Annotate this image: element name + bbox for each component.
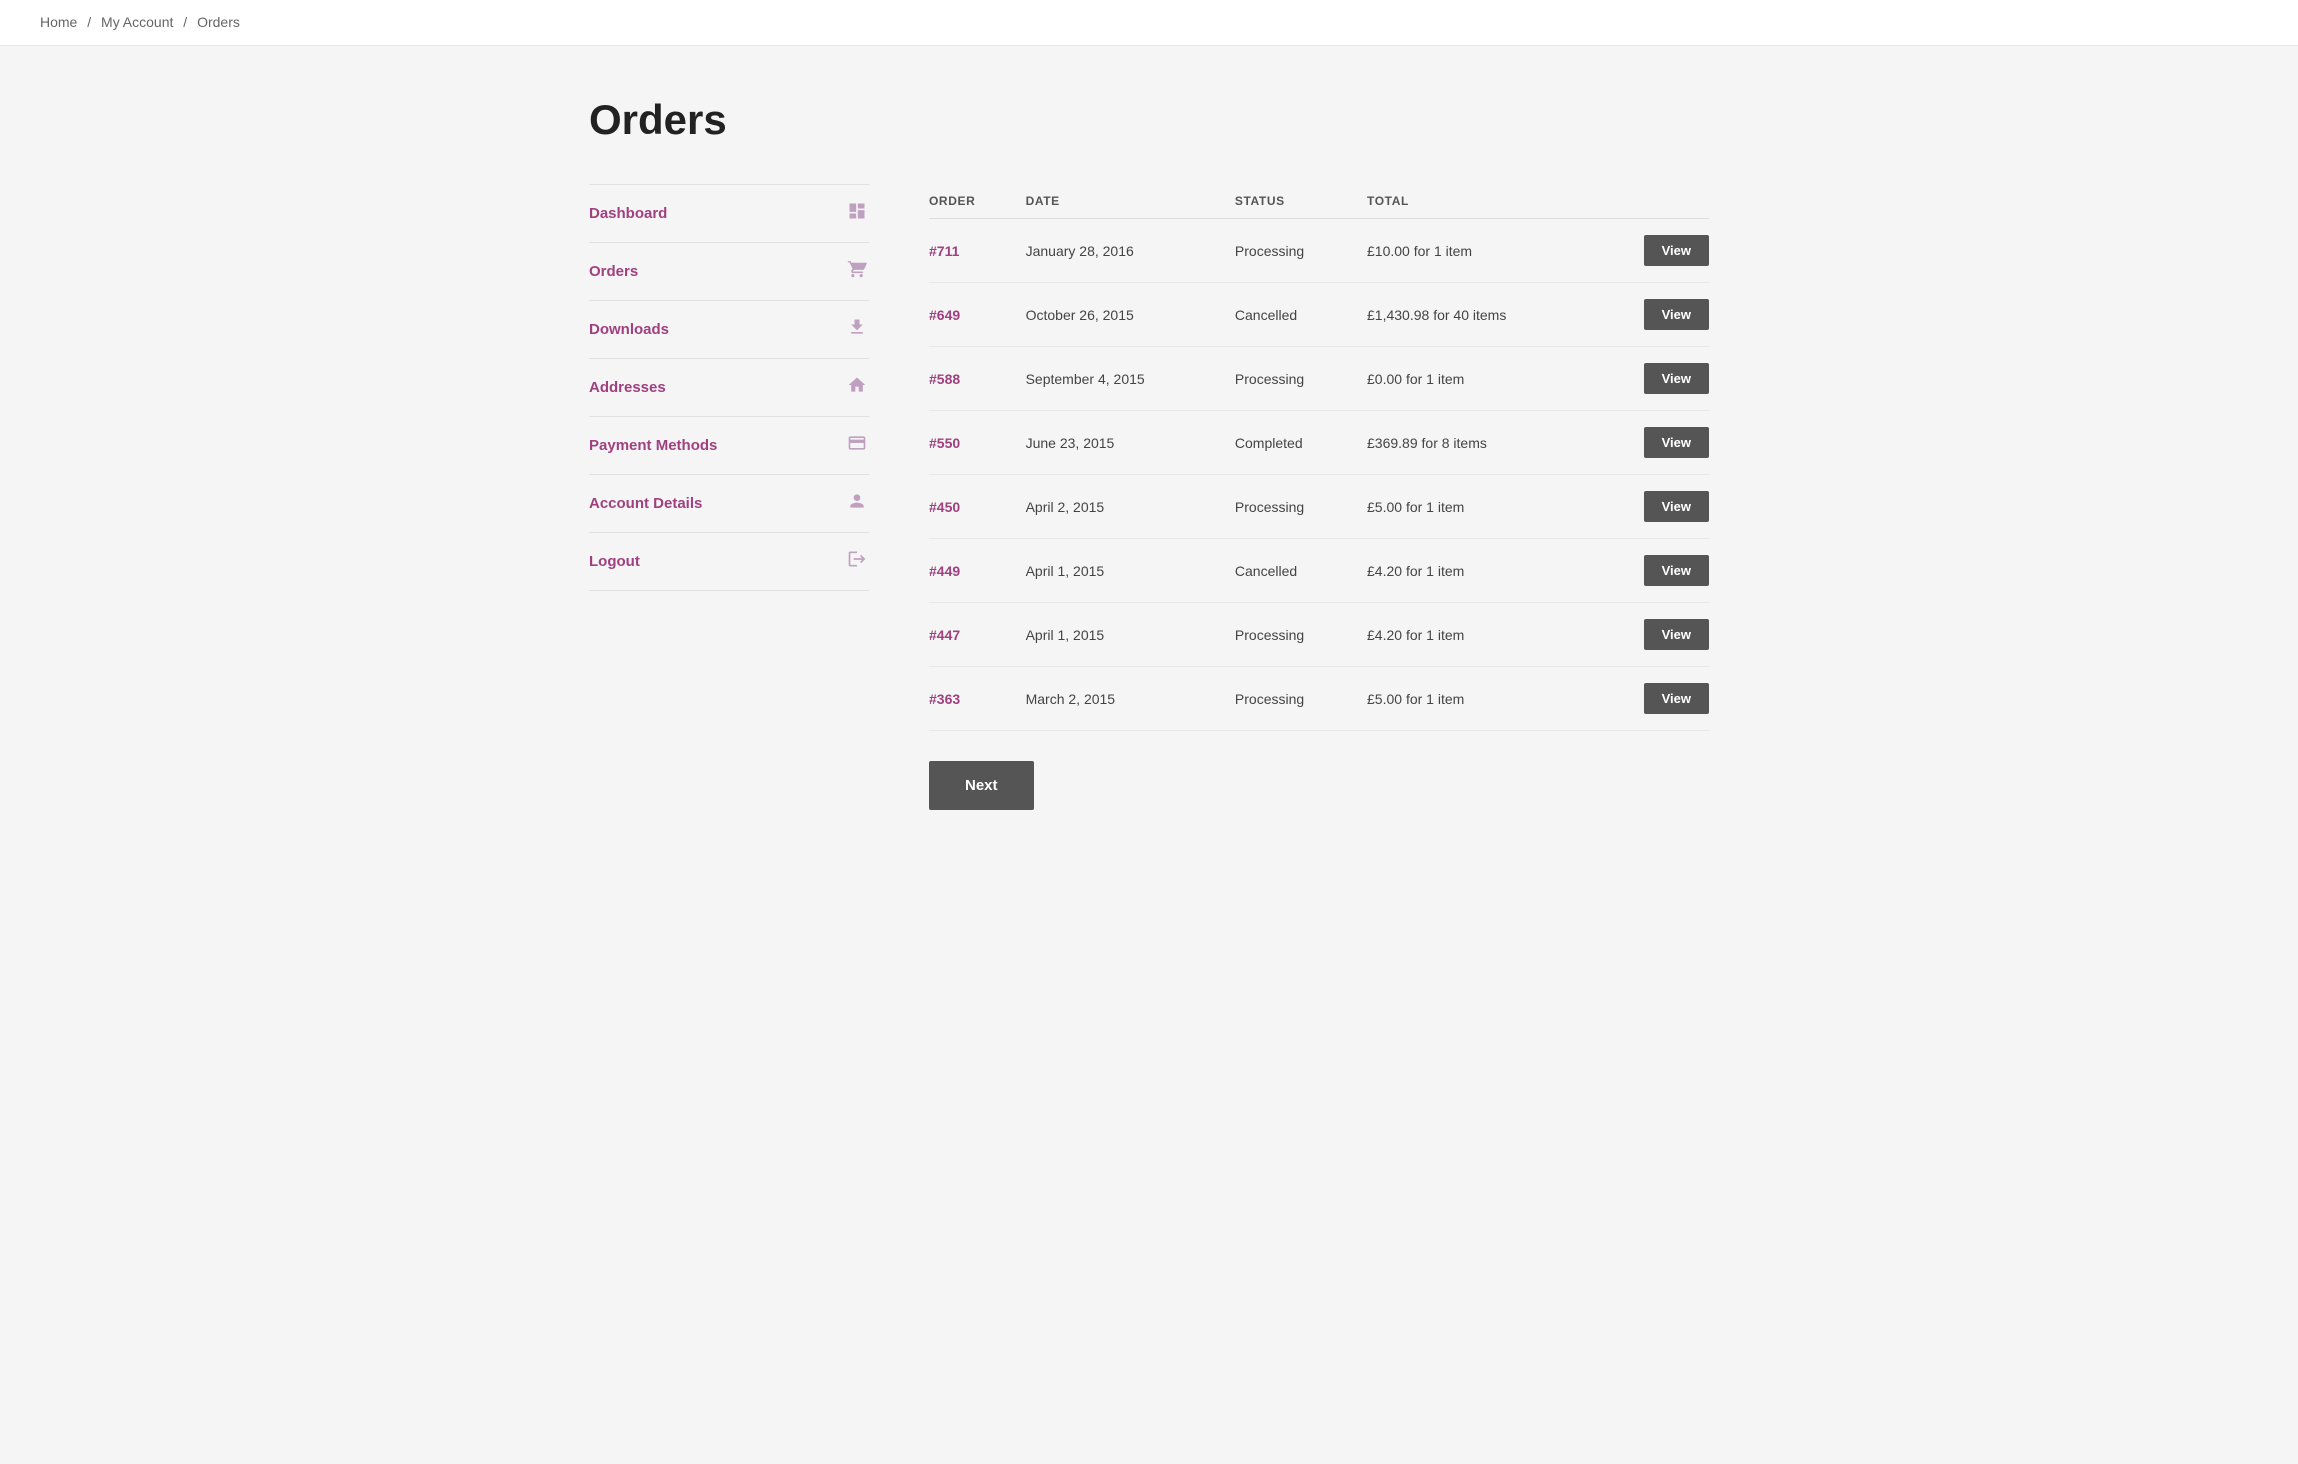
- sidebar-item-logout[interactable]: Logout: [589, 533, 869, 591]
- view-button-3[interactable]: View: [1644, 427, 1709, 458]
- order-link-1[interactable]: #649: [929, 307, 960, 323]
- order-date-2: September 4, 2015: [1026, 347, 1235, 411]
- sidebar-item-orders[interactable]: Orders: [589, 243, 869, 301]
- view-button-6[interactable]: View: [1644, 619, 1709, 650]
- order-status-7: Processing: [1235, 667, 1367, 731]
- account-icon: [845, 491, 869, 516]
- table-row: #649 October 26, 2015 Cancelled £1,430.9…: [929, 283, 1709, 347]
- col-action: [1608, 184, 1709, 219]
- order-link-4[interactable]: #450: [929, 499, 960, 515]
- order-status-6: Processing: [1235, 603, 1367, 667]
- order-total-2: £0.00 for 1 item: [1367, 347, 1608, 411]
- order-date-1: October 26, 2015: [1026, 283, 1235, 347]
- payment-icon: [845, 433, 869, 458]
- order-date-0: January 28, 2016: [1026, 219, 1235, 283]
- order-total-0: £10.00 for 1 item: [1367, 219, 1608, 283]
- table-row: #449 April 1, 2015 Cancelled £4.20 for 1…: [929, 539, 1709, 603]
- order-total-6: £4.20 for 1 item: [1367, 603, 1608, 667]
- next-button[interactable]: Next: [929, 761, 1034, 810]
- order-date-5: April 1, 2015: [1026, 539, 1235, 603]
- breadcrumb-bar: Home / My Account / Orders: [0, 0, 2298, 46]
- order-status-0: Processing: [1235, 219, 1367, 283]
- view-button-7[interactable]: View: [1644, 683, 1709, 714]
- order-total-5: £4.20 for 1 item: [1367, 539, 1608, 603]
- order-date-6: April 1, 2015: [1026, 603, 1235, 667]
- order-status-3: Completed: [1235, 411, 1367, 475]
- table-row: #550 June 23, 2015 Completed £369.89 for…: [929, 411, 1709, 475]
- col-status: STATUS: [1235, 184, 1367, 219]
- order-link-2[interactable]: #588: [929, 371, 960, 387]
- orders-table: ORDER DATE STATUS TOTAL #711 January 28,…: [929, 184, 1709, 731]
- view-button-4[interactable]: View: [1644, 491, 1709, 522]
- page-title: Orders: [589, 96, 1709, 144]
- breadcrumb-sep2: /: [183, 14, 187, 30]
- sidebar-label-payment-methods: Payment Methods: [589, 437, 717, 454]
- sidebar-item-downloads[interactable]: Downloads: [589, 301, 869, 359]
- order-link-7[interactable]: #363: [929, 691, 960, 707]
- breadcrumb-my-account[interactable]: My Account: [101, 14, 173, 30]
- sidebar-label-downloads: Downloads: [589, 321, 669, 338]
- order-link-3[interactable]: #550: [929, 435, 960, 451]
- downloads-icon: [845, 317, 869, 342]
- sidebar-label-account-details: Account Details: [589, 495, 702, 512]
- order-date-3: June 23, 2015: [1026, 411, 1235, 475]
- table-row: #711 January 28, 2016 Processing £10.00 …: [929, 219, 1709, 283]
- order-status-5: Cancelled: [1235, 539, 1367, 603]
- order-link-5[interactable]: #449: [929, 563, 960, 579]
- sidebar-item-account-details[interactable]: Account Details: [589, 475, 869, 533]
- order-status-4: Processing: [1235, 475, 1367, 539]
- view-button-2[interactable]: View: [1644, 363, 1709, 394]
- table-row: #363 March 2, 2015 Processing £5.00 for …: [929, 667, 1709, 731]
- order-date-7: March 2, 2015: [1026, 667, 1235, 731]
- breadcrumb-sep1: /: [87, 14, 91, 30]
- col-total: TOTAL: [1367, 184, 1608, 219]
- view-button-5[interactable]: View: [1644, 555, 1709, 586]
- orders-icon: [845, 259, 869, 284]
- breadcrumb-current: Orders: [197, 14, 240, 30]
- table-row: #447 April 1, 2015 Processing £4.20 for …: [929, 603, 1709, 667]
- addresses-icon: [845, 375, 869, 400]
- logout-icon: [845, 549, 869, 574]
- table-row: #588 September 4, 2015 Processing £0.00 …: [929, 347, 1709, 411]
- main-content: ORDER DATE STATUS TOTAL #711 January 28,…: [929, 184, 1709, 810]
- order-status-1: Cancelled: [1235, 283, 1367, 347]
- order-link-0[interactable]: #711: [929, 243, 959, 259]
- dashboard-icon: [845, 201, 869, 226]
- view-button-1[interactable]: View: [1644, 299, 1709, 330]
- col-order: ORDER: [929, 184, 1026, 219]
- sidebar: Dashboard Orders Downloads Addresses: [589, 184, 869, 591]
- order-link-6[interactable]: #447: [929, 627, 960, 643]
- table-row: #450 April 2, 2015 Processing £5.00 for …: [929, 475, 1709, 539]
- order-total-1: £1,430.98 for 40 items: [1367, 283, 1608, 347]
- sidebar-item-dashboard[interactable]: Dashboard: [589, 184, 869, 243]
- breadcrumb-home[interactable]: Home: [40, 14, 77, 30]
- order-total-7: £5.00 for 1 item: [1367, 667, 1608, 731]
- order-date-4: April 2, 2015: [1026, 475, 1235, 539]
- order-total-3: £369.89 for 8 items: [1367, 411, 1608, 475]
- sidebar-label-addresses: Addresses: [589, 379, 666, 396]
- sidebar-label-dashboard: Dashboard: [589, 205, 667, 222]
- order-total-4: £5.00 for 1 item: [1367, 475, 1608, 539]
- order-status-2: Processing: [1235, 347, 1367, 411]
- view-button-0[interactable]: View: [1644, 235, 1709, 266]
- col-date: DATE: [1026, 184, 1235, 219]
- sidebar-item-addresses[interactable]: Addresses: [589, 359, 869, 417]
- breadcrumb: Home / My Account / Orders: [40, 14, 240, 30]
- sidebar-label-logout: Logout: [589, 553, 640, 570]
- sidebar-item-payment-methods[interactable]: Payment Methods: [589, 417, 869, 475]
- sidebar-label-orders: Orders: [589, 263, 638, 280]
